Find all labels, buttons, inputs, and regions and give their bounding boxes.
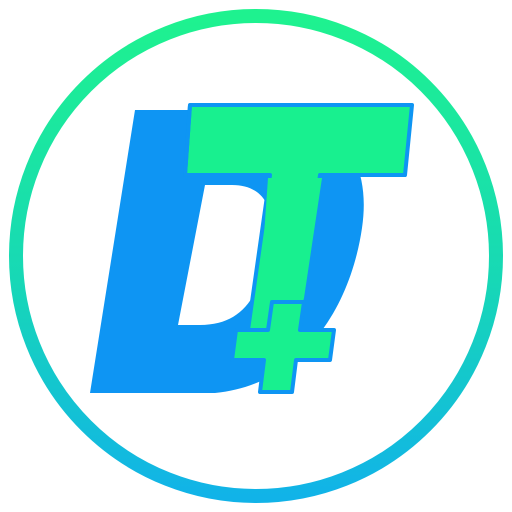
outer-ring (9, 9, 503, 503)
logo-canvas (0, 0, 512, 512)
dt-plus-logo-icon (9, 9, 503, 503)
